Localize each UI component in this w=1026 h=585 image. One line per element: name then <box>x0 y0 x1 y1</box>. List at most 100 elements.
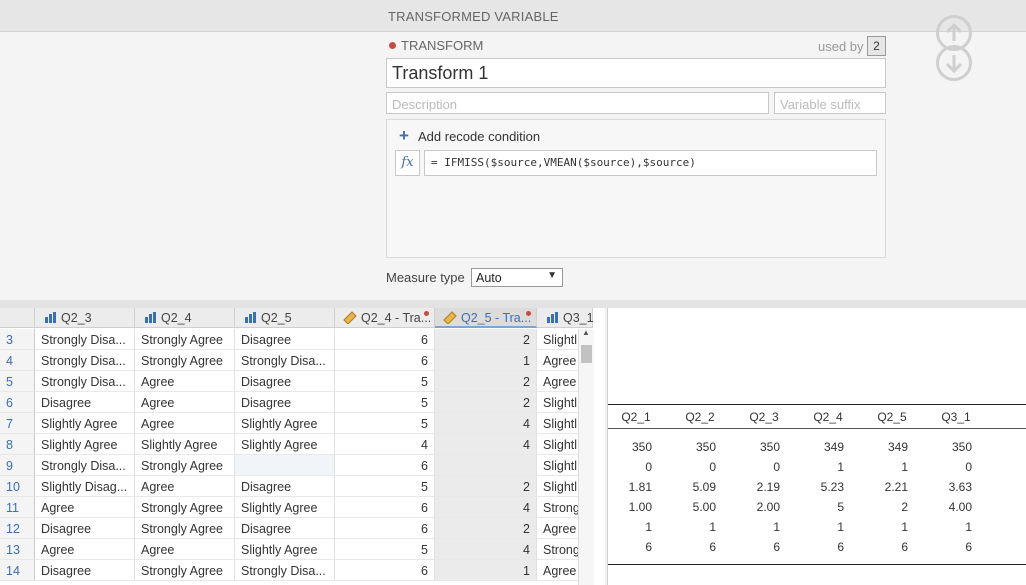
table-cell[interactable]: Slightly Agree <box>235 539 335 560</box>
table-cell[interactable]: Slightly Agree <box>235 434 335 455</box>
table-cell[interactable]: Strongly Agree <box>135 329 235 350</box>
variable-suffix-input[interactable]: Variable suffix <box>774 92 886 114</box>
row-number[interactable]: 13 <box>0 539 35 560</box>
row-number[interactable]: 5 <box>0 371 35 392</box>
scrollbar-thumb[interactable] <box>581 345 592 363</box>
row-number[interactable]: 7 <box>0 413 35 434</box>
table-cell[interactable]: 1 <box>435 350 537 371</box>
table-cell[interactable]: 4 <box>435 539 537 560</box>
table-cell[interactable]: Disagree <box>35 392 135 413</box>
table-cell[interactable]: Disagree <box>235 329 335 350</box>
row-number[interactable]: 9 <box>0 455 35 476</box>
transform-name-input[interactable]: Transform 1 <box>386 58 886 88</box>
table-row[interactable]: 5 Strongly Disa... Agree Disagree 5 2 Agree <box>0 371 593 392</box>
table-cell[interactable]: 2 <box>435 518 537 539</box>
table-cell[interactable]: Slightly Agree <box>235 413 335 434</box>
table-cell[interactable]: Disagree <box>235 476 335 497</box>
table-cell[interactable]: Strongly Agree <box>135 350 235 371</box>
table-cell[interactable]: Strongly Agree <box>135 455 235 476</box>
table-cell[interactable]: Disagree <box>35 518 135 539</box>
table-row[interactable]: 6 Disagree Agree Disagree 5 2 Slightl <box>0 392 593 413</box>
column-header-q2-3[interactable]: Q2_3 <box>35 308 135 328</box>
table-cell[interactable]: Strongly Disa... <box>35 455 135 476</box>
measure-type-select[interactable]: Auto ▼ <box>471 268 563 287</box>
table-cell[interactable]: 5 <box>335 371 435 392</box>
table-cell[interactable]: Agree <box>135 371 235 392</box>
table-cell[interactable]: 6 <box>335 497 435 518</box>
table-cell[interactable]: Disagree <box>235 518 335 539</box>
column-header-q2-4[interactable]: Q2_4 <box>135 308 235 328</box>
table-row[interactable]: 10 Slightly Disag... Agree Disagree 5 2 Slight… <box>0 476 593 497</box>
table-cell[interactable]: Slightly Agree <box>35 434 135 455</box>
table-cell[interactable]: 6 <box>335 518 435 539</box>
table-cell[interactable]: 2 <box>435 476 537 497</box>
table-cell[interactable]: 5 <box>335 539 435 560</box>
table-cell[interactable]: 4 <box>335 434 435 455</box>
table-cell[interactable]: 2 <box>435 392 537 413</box>
table-row[interactable]: 4 Strongly Disa... Strongly Agree Strongly … <box>0 350 593 371</box>
table-cell[interactable]: Strongly Agree <box>135 518 235 539</box>
table-cell[interactable] <box>235 455 335 476</box>
scroll-up-icon[interactable]: ▲ <box>582 328 590 337</box>
row-number[interactable]: 4 <box>0 350 35 371</box>
table-row[interactable]: 9 Strongly Disa... Strongly Agree 6 Slightl <box>0 455 593 476</box>
table-row[interactable]: 12 Disagree Strongly Agree Disagree 6 2 Agree <box>0 518 593 539</box>
table-cell[interactable]: Strongly Agree <box>135 560 235 581</box>
table-cell[interactable]: Disagree <box>235 392 335 413</box>
table-cell[interactable]: Agree <box>35 497 135 518</box>
table-cell[interactable]: Agree <box>135 413 235 434</box>
table-cell[interactable]: 5 <box>335 392 435 413</box>
table-cell[interactable]: Strongly Disa... <box>35 371 135 392</box>
description-input[interactable]: Description <box>386 92 769 114</box>
table-cell[interactable]: Slightly Agree <box>135 434 235 455</box>
column-header-q2-5[interactable]: Q2_5 <box>235 308 335 328</box>
table-row[interactable]: 7 Slightly Agree Agree Slightly Agree 5 4 Slig… <box>0 413 593 434</box>
table-row[interactable]: 11 Agree Strongly Agree Slightly Agree 6 4 Str… <box>0 497 593 518</box>
table-cell[interactable]: 4 <box>435 497 537 518</box>
table-cell[interactable]: 2 <box>435 371 537 392</box>
row-number[interactable]: 12 <box>0 518 35 539</box>
table-cell[interactable]: Strongly Agree <box>135 497 235 518</box>
table-cell[interactable]: Strongly Disa... <box>35 329 135 350</box>
table-cell[interactable]: 5 <box>335 413 435 434</box>
table-cell[interactable]: 1 <box>435 560 537 581</box>
row-number[interactable]: 8 <box>0 434 35 455</box>
table-cell[interactable]: 6 <box>335 329 435 350</box>
row-number[interactable]: 6 <box>0 392 35 413</box>
column-header-q2-5-transform[interactable]: Q2_5 - Tra... <box>435 308 537 328</box>
data-grid[interactable]: Q2_3 Q2_4 Q2_5 Q2_4 - Tra... Q2_5 - Tra.… <box>0 308 605 585</box>
table-cell[interactable]: Agree <box>135 476 235 497</box>
table-cell[interactable]: 4 <box>435 434 537 455</box>
table-cell[interactable]: Agree <box>135 392 235 413</box>
table-cell[interactable]: Agree <box>135 539 235 560</box>
table-row[interactable]: 3 Strongly Disa... Strongly Agree Disagree 6… <box>0 329 593 350</box>
table-row[interactable]: 14 Disagree Strongly Agree Strongly Disa...… <box>0 560 593 581</box>
column-header-q2-4-transform[interactable]: Q2_4 - Tra... <box>335 308 435 328</box>
table-cell[interactable]: Agree <box>35 539 135 560</box>
row-number[interactable]: 3 <box>0 329 35 350</box>
row-number[interactable]: 14 <box>0 560 35 581</box>
table-cell[interactable]: 6 <box>335 350 435 371</box>
table-cell[interactable]: 4 <box>435 413 537 434</box>
table-cell[interactable]: 6 <box>335 455 435 476</box>
table-cell[interactable]: Slightly Disag... <box>35 476 135 497</box>
table-cell[interactable]: Slightly Agree <box>235 497 335 518</box>
table-cell[interactable]: Disagree <box>235 371 335 392</box>
table-cell[interactable]: Strongly Disa... <box>235 350 335 371</box>
table-cell[interactable] <box>435 455 537 476</box>
vertical-scrollbar[interactable]: ▲ <box>578 328 594 585</box>
used-by-count[interactable]: 2 <box>867 36 886 56</box>
table-row[interactable]: 13 Agree Agree Slightly Agree 5 4 Strong <box>0 539 593 560</box>
row-number[interactable]: 11 <box>0 497 35 518</box>
arrow-down-circle-icon[interactable] <box>936 45 972 81</box>
row-number[interactable]: 10 <box>0 476 35 497</box>
table-cell[interactable]: 6 <box>335 560 435 581</box>
fx-button[interactable]: fx <box>395 150 420 176</box>
table-cell[interactable]: Strongly Disa... <box>235 560 335 581</box>
table-cell[interactable]: Slightly Agree <box>35 413 135 434</box>
table-row[interactable]: 8 Slightly Agree Slightly Agree Slightly Ag… <box>0 434 593 455</box>
table-cell[interactable]: 2 <box>435 329 537 350</box>
table-cell[interactable]: Strongly Disa... <box>35 350 135 371</box>
column-header-q3-1[interactable]: Q3_1 <box>537 308 594 328</box>
table-cell[interactable]: Disagree <box>35 560 135 581</box>
